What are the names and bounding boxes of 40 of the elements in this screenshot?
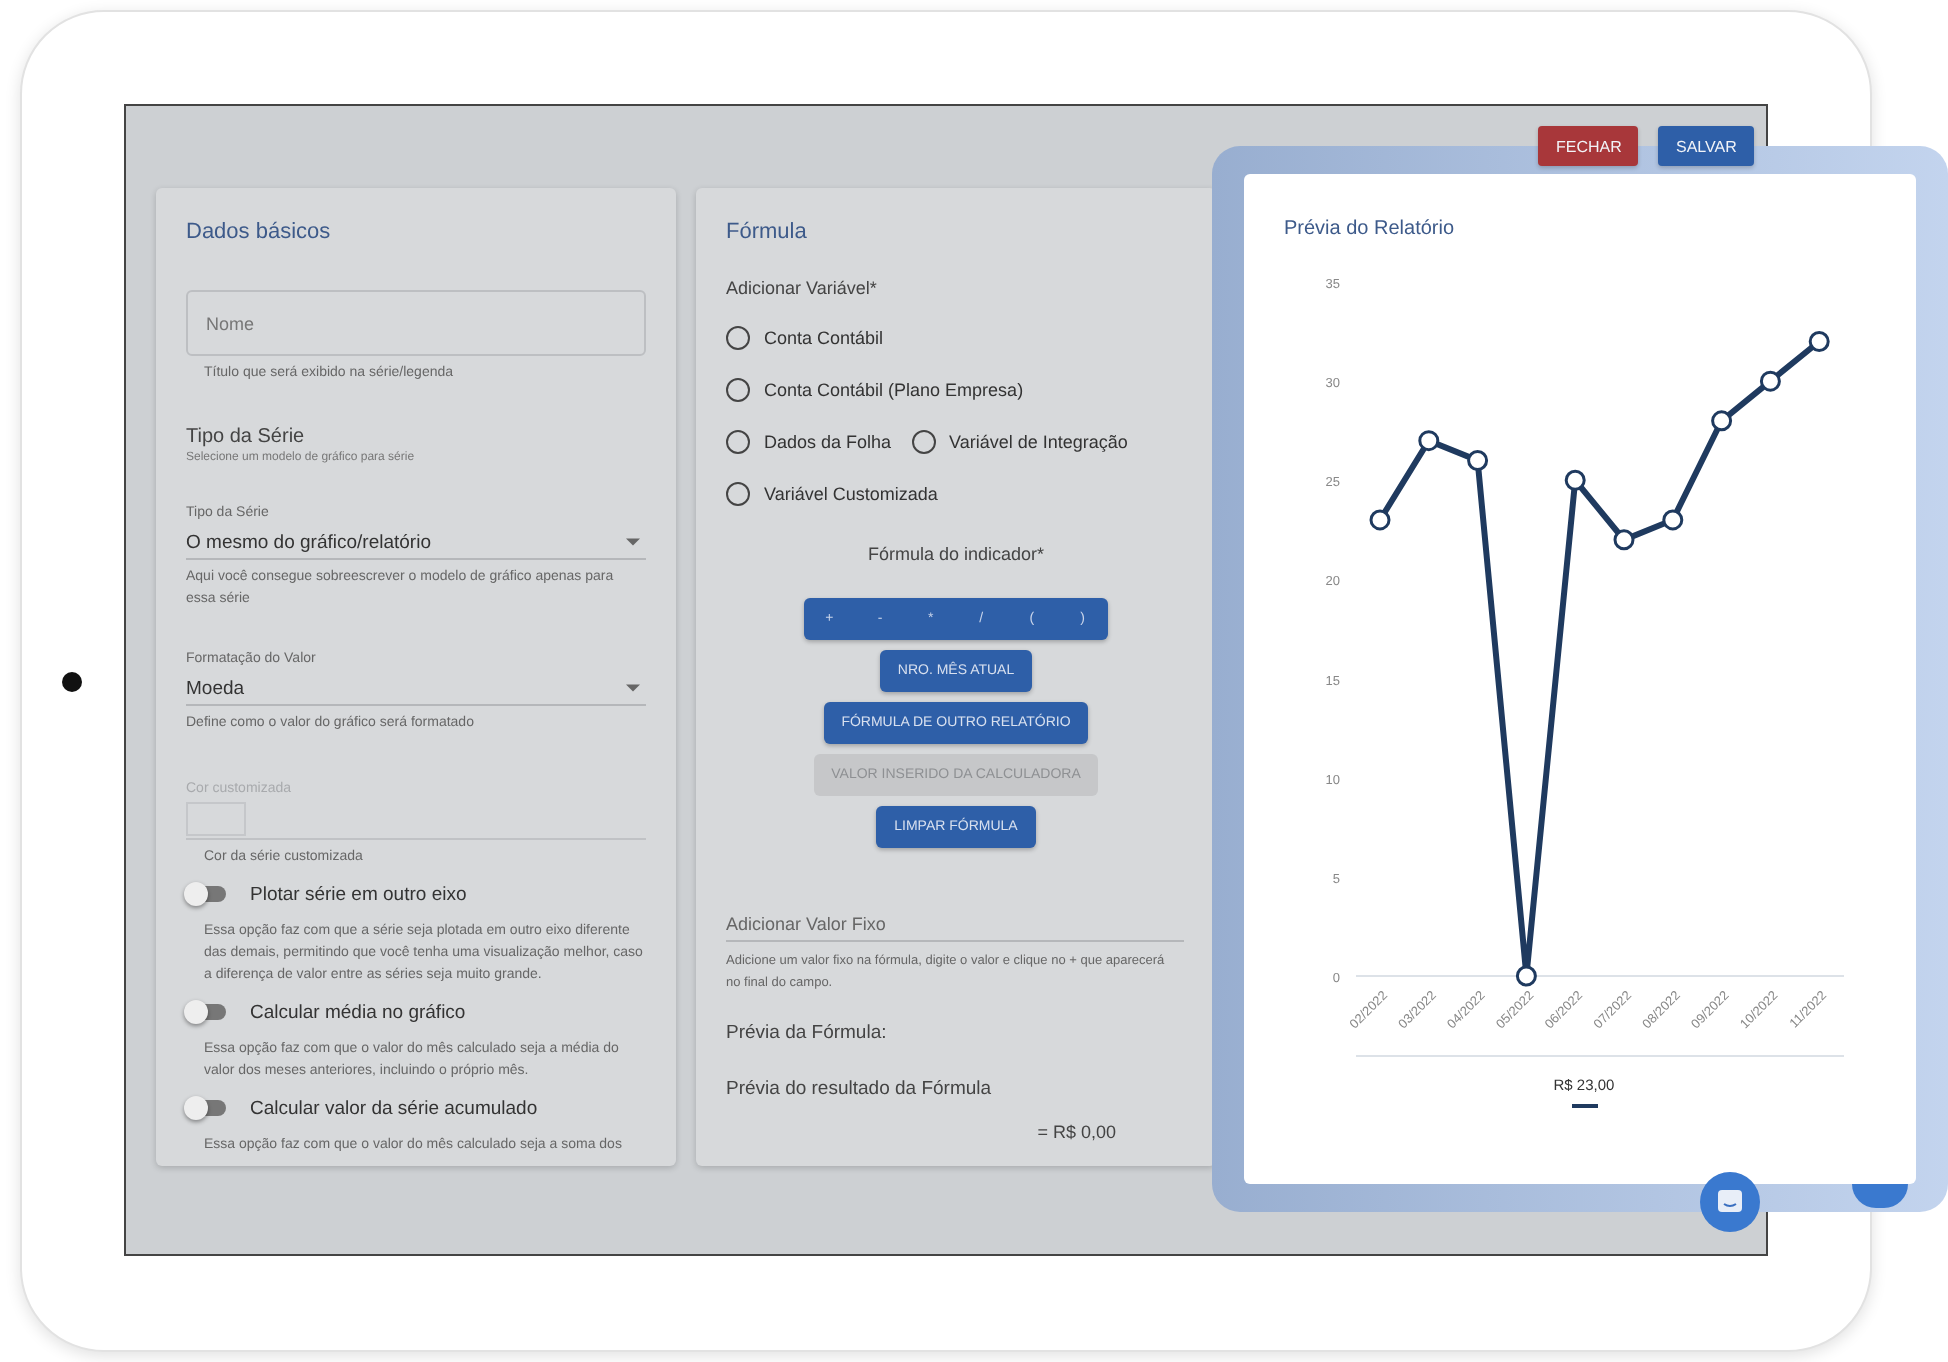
radio-option[interactable]: Conta Contábil (Plano Empresa) — [726, 378, 1024, 402]
radio-option[interactable]: Dados da Folha — [726, 430, 892, 454]
data-point — [1613, 529, 1635, 551]
radio-option[interactable]: Variável Customizada — [726, 482, 938, 506]
data-point — [1418, 430, 1440, 452]
section-heading: Tipo da Série — [186, 426, 307, 448]
toggle-label: Plotar série em outro eixo — [250, 883, 467, 905]
toggle-switch[interactable] — [190, 1004, 226, 1020]
data-point — [1564, 469, 1586, 491]
card-title: Prévia do Relatório — [1284, 218, 1457, 240]
camera-dot — [62, 672, 82, 692]
card-title: Fórmula — [726, 220, 809, 248]
radio-option[interactable]: Conta Contábil — [726, 326, 884, 350]
radio-option[interactable]: Variável de Integração — [911, 430, 1128, 454]
formula-label: Fórmula do indicador* — [865, 544, 1047, 564]
toggle-switch[interactable] — [190, 1100, 226, 1116]
save-button[interactable]: SALVAR — [1658, 126, 1754, 166]
result-preview-label: Prévia do resultado da Fórmula — [726, 1078, 994, 1100]
data-point — [1759, 370, 1781, 392]
name-field[interactable]: Nome — [186, 290, 646, 356]
toggle-switch[interactable] — [190, 886, 226, 902]
data-point — [1467, 449, 1489, 471]
toggle-label: Calcular valor da série acumulado — [250, 1097, 538, 1119]
data-point — [1711, 410, 1733, 432]
fixed-value-field[interactable]: Adicionar Valor Fixo — [726, 908, 1184, 942]
data-point — [1515, 965, 1537, 987]
data-point — [1662, 509, 1684, 531]
chat-icon — [1716, 1188, 1744, 1216]
value-format-select[interactable]: Moeda — [186, 672, 646, 706]
variable-label: Adicionar Variável* — [726, 278, 879, 298]
card-title: Dados básicos — [186, 220, 333, 248]
result-value: = R$ 0,00 — [1035, 1122, 1118, 1142]
caret-icon — [626, 684, 640, 692]
close-button[interactable]: FECHAR — [1538, 126, 1638, 166]
toggle-label: Calcular média no gráfico — [250, 1001, 466, 1023]
data-point — [1369, 509, 1391, 531]
series-type-select[interactable]: O mesmo do gráfico/relatório — [186, 526, 646, 560]
caret-icon — [626, 538, 640, 546]
formula-preview-label: Prévia da Fórmula: — [726, 1022, 889, 1044]
data-point — [1808, 331, 1830, 352]
